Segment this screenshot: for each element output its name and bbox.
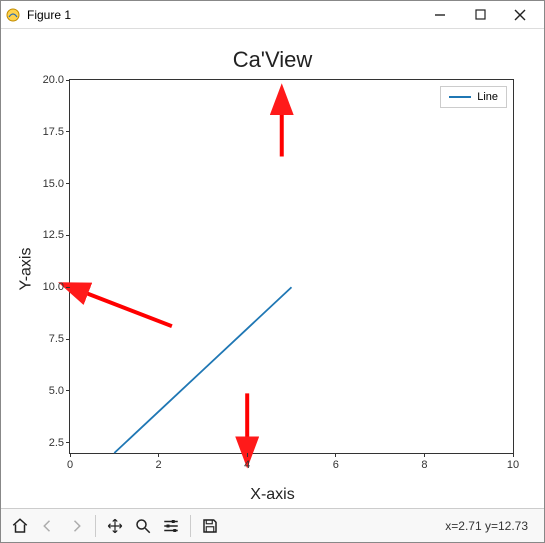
- y-tick-mark: [66, 235, 70, 236]
- forward-button[interactable]: [63, 513, 89, 539]
- zoom-button[interactable]: [130, 513, 156, 539]
- cursor-coord: x=2.71 y=12.73: [445, 519, 538, 533]
- y-tick-label: 20.0: [30, 74, 64, 86]
- window-title: Figure 1: [27, 8, 420, 22]
- y-tick-label: 15.0: [30, 178, 64, 190]
- pan-button[interactable]: [102, 513, 128, 539]
- maximize-icon: [475, 9, 486, 20]
- figure-window: Figure 1 Ca'View Y-axis X-axis Line 2.55…: [0, 0, 545, 543]
- zoom-icon: [134, 517, 152, 535]
- y-tick-label: 7.5: [30, 333, 64, 345]
- x-tick-label: 0: [67, 459, 73, 471]
- x-tick-mark: [424, 453, 425, 457]
- y-tick-label: 12.5: [30, 229, 64, 241]
- chart-title: Ca'View: [1, 47, 544, 73]
- legend-swatch: [449, 96, 471, 98]
- pan-icon: [106, 517, 124, 535]
- nav-toolbar: x=2.71 y=12.73: [1, 508, 544, 542]
- home-icon: [11, 517, 29, 535]
- close-icon: [514, 9, 526, 21]
- legend-label: Line: [477, 91, 498, 103]
- x-tick-mark: [247, 453, 248, 457]
- y-tick-mark: [66, 442, 70, 443]
- x-tick-label: 4: [244, 459, 250, 471]
- x-tick-label: 2: [156, 459, 162, 471]
- titlebar: Figure 1: [1, 1, 544, 29]
- y-tick-label: 5.0: [30, 385, 64, 397]
- y-tick-mark: [66, 131, 70, 132]
- legend: Line: [440, 86, 507, 108]
- forward-icon: [67, 517, 85, 535]
- subplots-button[interactable]: [158, 513, 184, 539]
- maximize-button[interactable]: [460, 4, 500, 26]
- x-tick-mark: [335, 453, 336, 457]
- minimize-icon: [434, 9, 446, 21]
- toolbar-separator: [95, 515, 96, 537]
- x-axis-label: X-axis: [1, 486, 544, 504]
- data-line: [70, 80, 513, 453]
- y-tick-mark: [66, 287, 70, 288]
- x-tick-mark: [513, 453, 514, 457]
- x-tick-label: 10: [507, 459, 519, 471]
- y-tick-mark: [66, 339, 70, 340]
- annotation-arrows: [70, 80, 513, 453]
- y-tick-mark: [66, 183, 70, 184]
- app-icon: [5, 7, 21, 23]
- minimize-button[interactable]: [420, 4, 460, 26]
- back-button[interactable]: [35, 513, 61, 539]
- home-button[interactable]: [7, 513, 33, 539]
- y-tick-mark: [66, 80, 70, 81]
- y-tick-label: 2.5: [30, 437, 64, 449]
- x-tick-mark: [70, 453, 71, 457]
- toolbar-separator: [190, 515, 191, 537]
- plot-canvas[interactable]: Ca'View Y-axis X-axis Line 2.55.07.510.0…: [1, 29, 544, 508]
- close-button[interactable]: [500, 4, 540, 26]
- save-button[interactable]: [197, 513, 223, 539]
- y-tick-label: 10.0: [30, 281, 64, 293]
- x-tick-label: 6: [333, 459, 339, 471]
- plot-area: Line 2.55.07.510.012.515.017.520.0024681…: [69, 79, 514, 454]
- back-icon: [39, 517, 57, 535]
- y-tick-mark: [66, 390, 70, 391]
- sliders-icon: [162, 517, 180, 535]
- save-icon: [201, 517, 219, 535]
- x-tick-label: 8: [421, 459, 427, 471]
- y-tick-label: 17.5: [30, 126, 64, 138]
- x-tick-mark: [158, 453, 159, 457]
